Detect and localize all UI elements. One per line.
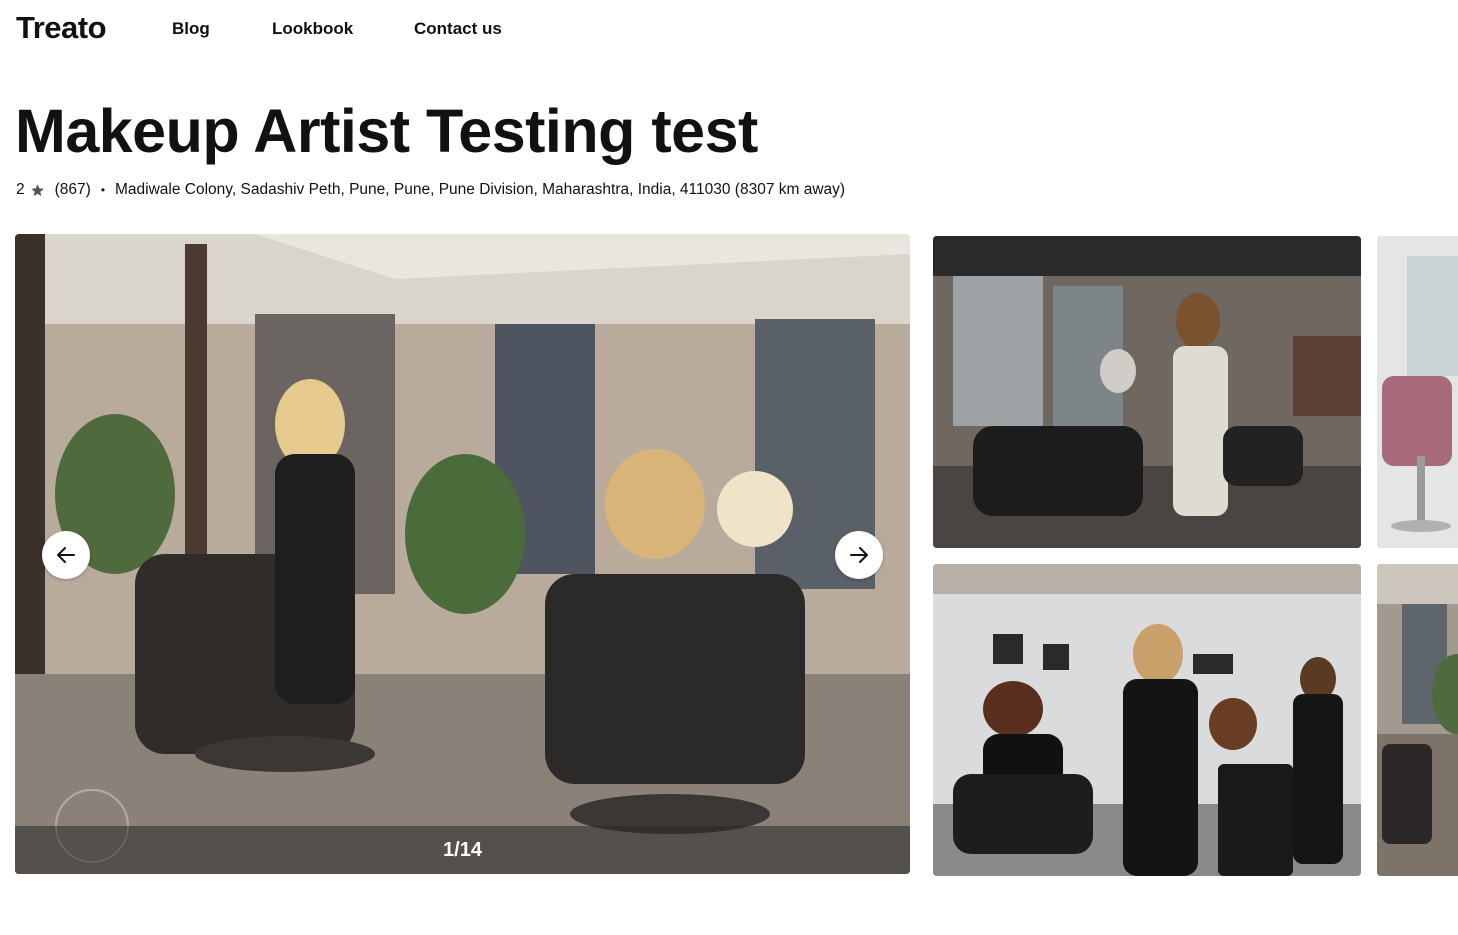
image-counter-bar: 1/14	[15, 826, 910, 874]
rating-value: 2	[16, 181, 25, 198]
salon-stylist-image	[933, 236, 1361, 548]
listing-meta: 2 (867) • Madiwale Colony, Sadashiv Peth…	[16, 179, 845, 201]
meta-separator: •	[100, 183, 106, 197]
gallery-thumbnail-2[interactable]	[1377, 236, 1458, 548]
image-counter: 1/14	[443, 838, 482, 861]
treato-logo[interactable]: Treato	[16, 10, 107, 46]
nav-link-blog[interactable]: Blog	[172, 19, 210, 39]
gallery-thumbnail-1[interactable]	[933, 236, 1361, 548]
salon-chair-image	[1377, 236, 1458, 548]
nav-link-contact-us[interactable]: Contact us	[414, 19, 502, 39]
arrow-right-icon	[850, 547, 868, 563]
gallery-thumbnail-4[interactable]	[1377, 564, 1458, 876]
salon-curly-hair-image	[933, 564, 1361, 876]
top-navigation: Treato	[16, 8, 107, 48]
star-icon	[30, 183, 44, 196]
review-count[interactable]: (867)	[55, 181, 91, 199]
arrow-left-icon	[57, 547, 75, 563]
next-image-button[interactable]	[835, 531, 883, 579]
previous-image-button[interactable]	[42, 531, 90, 579]
salon-interior-image	[15, 234, 910, 874]
gallery-thumbnail-3[interactable]	[933, 564, 1361, 876]
main-gallery-image[interactable]: 1/14	[15, 234, 910, 874]
nav-link-lookbook[interactable]: Lookbook	[272, 19, 353, 39]
page-title: Makeup Artist Testing test	[15, 97, 758, 165]
salon-mirror-image	[1377, 564, 1458, 876]
address: Madiwale Colony, Sadashiv Peth, Pune, Pu…	[115, 181, 846, 198]
